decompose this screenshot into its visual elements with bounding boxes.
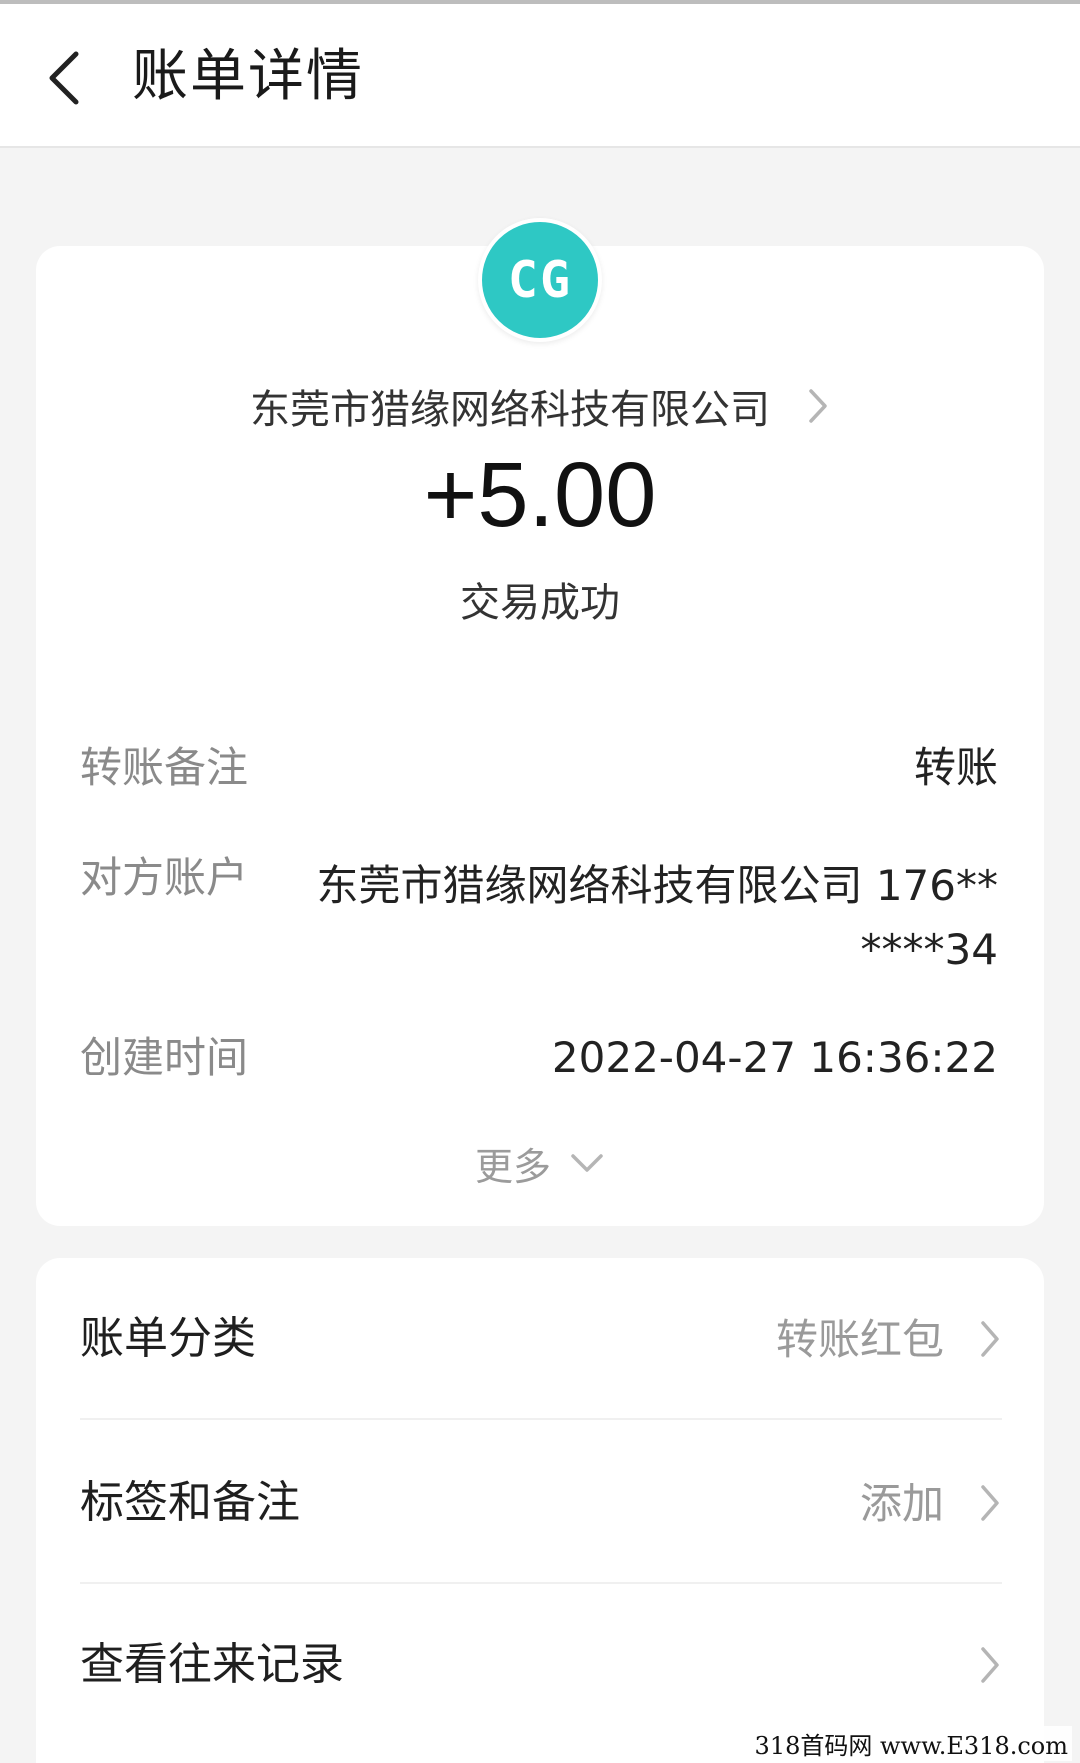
chevron-left-icon <box>49 51 79 105</box>
chevron-right-icon <box>981 1485 999 1521</box>
tags-notes-label: 标签和备注 <box>80 1477 300 1528</box>
transaction-status: 交易成功 <box>460 580 620 626</box>
tags-notes-value: 添加 <box>859 1479 944 1528</box>
bill-category-value: 转账红包 <box>775 1315 944 1364</box>
chevron-right-icon <box>981 1647 999 1683</box>
merchant-avatar: CG <box>478 218 602 342</box>
more-button[interactable]: 更多 <box>0 1138 1080 1189</box>
watermark: 318首码网 www.E318.com <box>750 1726 1072 1761</box>
merchant-name: 东莞市猎缘网络科技有限公司 <box>250 387 770 433</box>
created-time-value: 2022-04-27 16:36:22 <box>551 1033 998 1082</box>
transfer-note-label: 转账备注 <box>80 743 249 792</box>
top-bar: 账单详情 <box>0 0 1080 148</box>
chevron-right-icon <box>981 1321 999 1357</box>
view-history-row[interactable]: 查看往来记录 <box>36 1614 1044 1714</box>
transaction-amount: +5.00 <box>423 444 657 546</box>
divider <box>80 1582 1002 1584</box>
more-label: 更多 <box>474 1144 551 1189</box>
chevron-right-icon <box>809 389 827 423</box>
bill-category-row[interactable]: 账单分类 转账红包 <box>36 1288 1044 1388</box>
avatar-text: CG <box>507 251 573 309</box>
counterparty-account-value: 东莞市猎缘网络科技有限公司 176** ****34 <box>316 861 998 974</box>
bill-detail-page: 账单详情 CG 东莞市猎缘网络科技有限公司 +5.00 交易成功 转账备注 转账… <box>0 0 1080 1763</box>
divider <box>80 1418 1002 1420</box>
bill-category-label: 账单分类 <box>80 1313 256 1364</box>
merchant-link[interactable]: 东莞市猎缘网络科技有限公司 <box>0 376 1080 436</box>
back-button[interactable] <box>34 40 94 116</box>
page-title: 账单详情 <box>132 44 364 109</box>
created-time-label: 创建时间 <box>80 1033 249 1082</box>
view-history-label: 查看往来记录 <box>80 1639 344 1690</box>
transfer-note-value: 转账 <box>913 743 998 792</box>
counterparty-account-label: 对方账户 <box>80 853 249 902</box>
chevron-down-icon <box>571 1154 603 1172</box>
tags-notes-row[interactable]: 标签和备注 添加 <box>36 1452 1044 1552</box>
